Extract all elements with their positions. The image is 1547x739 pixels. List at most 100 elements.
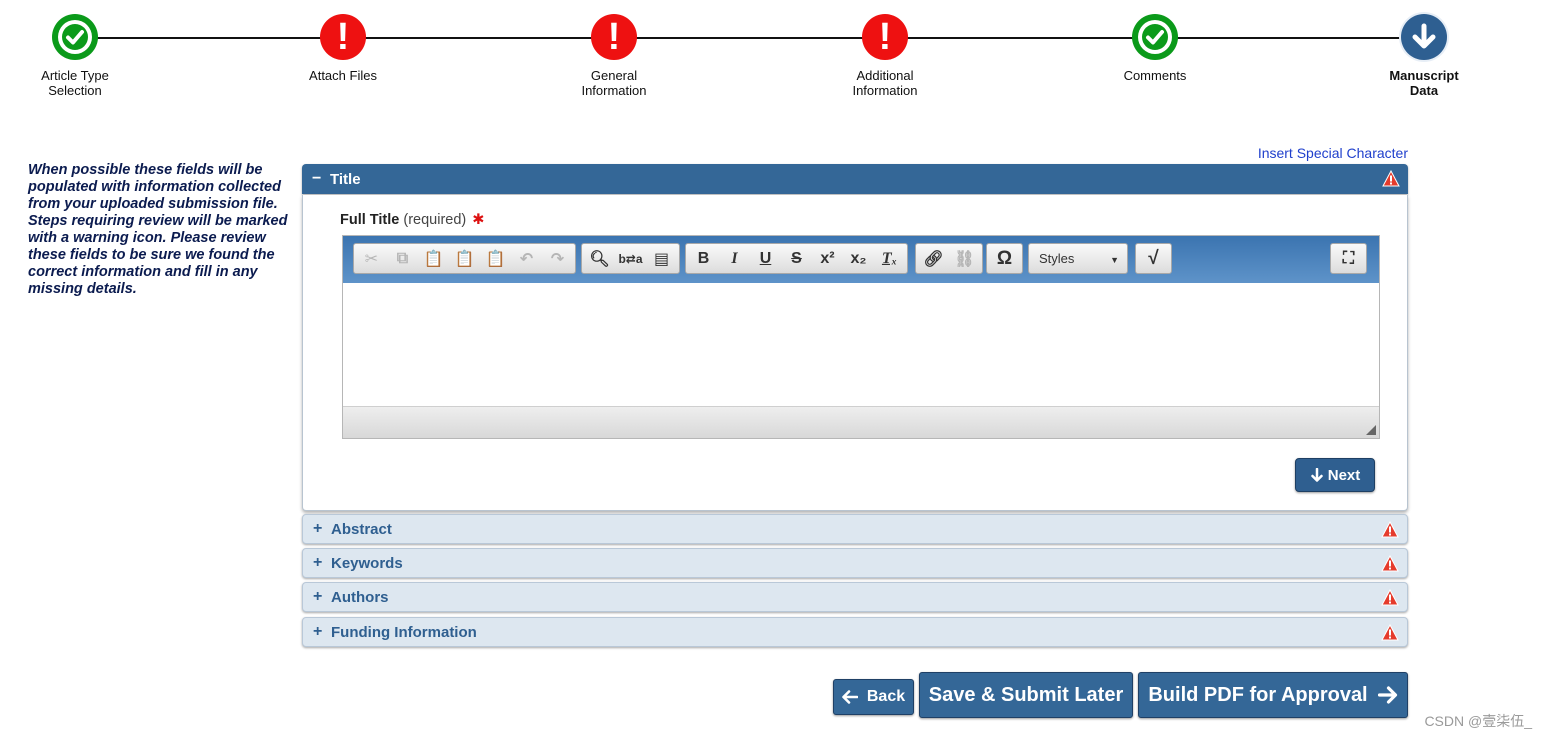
step-label: General Information xyxy=(581,68,647,98)
check-icon xyxy=(1132,14,1178,60)
tools-group: ⛶ xyxy=(1330,243,1367,274)
underline-icon[interactable]: U xyxy=(750,245,781,272)
step-comments[interactable]: Comments xyxy=(1085,14,1225,83)
section-keywords-label: Keywords xyxy=(331,554,403,572)
next-button[interactable]: Next xyxy=(1295,458,1375,492)
exclamation-icon: ! xyxy=(862,14,908,60)
section-keywords: + Keywords xyxy=(302,548,1408,578)
expand-icon: + xyxy=(313,554,323,571)
redo-icon[interactable]: ↷ xyxy=(542,245,573,272)
arrow-left-icon xyxy=(842,690,858,704)
save-submit-later-label: Save & Submit Later xyxy=(928,683,1124,706)
section-authors-label: Authors xyxy=(331,588,389,606)
resize-handle-icon[interactable] xyxy=(1366,425,1376,435)
section-funding-label: Funding Information xyxy=(331,623,477,641)
step-label: Additional Information xyxy=(852,68,918,98)
section-title-header[interactable]: − Title xyxy=(302,164,1408,194)
step-label: Manuscript Data xyxy=(1389,68,1459,98)
build-pdf-button[interactable]: Build PDF for Approval xyxy=(1138,672,1408,718)
link-group: 🔗︎ ⛓ xyxy=(915,243,983,274)
clipboard-group: ✂ ⧉ 📋 📋 📋 ↶ ↷ xyxy=(353,243,576,274)
exclamation-icon: ! xyxy=(320,14,366,60)
save-submit-later-button[interactable]: Save & Submit Later xyxy=(919,672,1133,718)
section-funding-information: + Funding Information xyxy=(302,617,1408,647)
next-button-label: Next xyxy=(1327,466,1361,484)
build-pdf-label: Build PDF for Approval xyxy=(1148,683,1368,706)
step-additional-information[interactable]: ! Additional Information xyxy=(815,14,955,98)
watermark: CSDN @壹柒伍_ xyxy=(1424,713,1532,729)
unlink-icon[interactable]: ⛓ xyxy=(949,245,980,272)
step-label: Comments xyxy=(1123,68,1187,83)
bold-icon[interactable]: B xyxy=(688,245,719,272)
step-article-type[interactable]: Article Type Selection xyxy=(5,14,145,98)
expand-icon: + xyxy=(313,520,323,537)
exclamation-icon: ! xyxy=(591,14,637,60)
paste-text-icon[interactable]: 📋 xyxy=(449,245,480,272)
title-panel: Full Title (required) ✱ ✂ ⧉ 📋 📋 📋 ↶ ↷ 🔍︎… xyxy=(302,195,1408,511)
full-title-label: Full Title (required) ✱ xyxy=(340,212,484,228)
arrow-down-icon xyxy=(1310,468,1323,482)
progress-steps: Article Type Selection ! Attach Files ! … xyxy=(0,0,1547,110)
subscript-icon[interactable]: x₂ xyxy=(843,245,874,272)
section-authors: + Authors xyxy=(302,582,1408,612)
math-icon[interactable]: √ xyxy=(1138,245,1169,272)
arrow-right-icon xyxy=(1377,686,1397,704)
strikethrough-icon[interactable]: S xyxy=(781,245,812,272)
insert-group: Ω xyxy=(986,243,1023,274)
copy-icon[interactable]: ⧉ xyxy=(387,245,418,272)
required-text: (required) xyxy=(403,212,467,228)
section-title: − Title xyxy=(302,164,1408,194)
find-icon[interactable]: 🔍︎ xyxy=(584,245,615,272)
paste-icon[interactable]: 📋 xyxy=(418,245,449,272)
step-label: Attach Files xyxy=(309,68,377,83)
maximize-icon[interactable]: ⛶ xyxy=(1333,245,1364,272)
remove-format-icon[interactable]: T̲ₓ xyxy=(874,245,905,272)
warning-icon xyxy=(1381,624,1399,641)
step-label: Article Type Selection xyxy=(41,68,109,98)
title-edit-area[interactable] xyxy=(343,283,1379,407)
section-authors-header[interactable]: + Authors xyxy=(302,582,1408,612)
back-button[interactable]: Back xyxy=(833,679,914,715)
title-rich-text-editor: ✂ ⧉ 📋 📋 📋 ↶ ↷ 🔍︎ b⇄a ▤ B I U S x² x₂ T̲ₓ xyxy=(342,235,1380,439)
required-asterisk-icon: ✱ xyxy=(472,212,485,228)
back-button-label: Back xyxy=(866,688,906,705)
insert-special-character-link[interactable]: Insert Special Character xyxy=(1258,145,1408,161)
section-abstract-label: Abstract xyxy=(331,520,392,538)
step-attach-files[interactable]: ! Attach Files xyxy=(273,14,413,83)
step-general-information[interactable]: ! General Information xyxy=(544,14,684,98)
link-icon[interactable]: 🔗︎ xyxy=(918,245,949,272)
italic-icon[interactable]: I xyxy=(719,245,750,272)
warning-icon xyxy=(1381,589,1399,606)
warning-icon xyxy=(1381,555,1399,572)
intro-text: When possible these fields will be popul… xyxy=(28,162,288,297)
section-funding-header[interactable]: + Funding Information xyxy=(302,617,1408,647)
styles-dropdown[interactable]: Styles ▼ xyxy=(1028,243,1128,274)
replace-icon[interactable]: b⇄a xyxy=(615,245,646,272)
section-title-label: Title xyxy=(330,170,361,188)
editor-toolbar: ✂ ⧉ 📋 📋 📋 ↶ ↷ 🔍︎ b⇄a ▤ B I U S x² x₂ T̲ₓ xyxy=(343,236,1379,283)
cut-icon[interactable]: ✂ xyxy=(356,245,387,272)
full-title-label-text: Full Title xyxy=(340,212,400,228)
expand-icon: + xyxy=(313,588,323,605)
editing-group: 🔍︎ b⇄a ▤ xyxy=(581,243,680,274)
formatting-group: B I U S x² x₂ T̲ₓ xyxy=(685,243,908,274)
section-abstract-header[interactable]: + Abstract xyxy=(302,514,1408,544)
expand-icon: + xyxy=(313,623,323,640)
paste-word-icon[interactable]: 📋 xyxy=(480,245,511,272)
superscript-icon[interactable]: x² xyxy=(812,245,843,272)
warning-icon xyxy=(1381,521,1399,538)
section-keywords-header[interactable]: + Keywords xyxy=(302,548,1408,578)
check-icon xyxy=(52,14,98,60)
section-abstract: + Abstract xyxy=(302,514,1408,544)
styles-dropdown-value: Styles xyxy=(1039,251,1075,266)
math-group: √ xyxy=(1135,243,1172,274)
special-char-icon[interactable]: Ω xyxy=(989,245,1020,272)
warning-icon xyxy=(1382,170,1400,187)
editor-status-bar xyxy=(343,406,1379,438)
dropdown-caret-icon: ▼ xyxy=(1110,255,1119,265)
undo-icon[interactable]: ↶ xyxy=(511,245,542,272)
arrow-down-icon xyxy=(1401,14,1447,60)
step-manuscript-data[interactable]: Manuscript Data xyxy=(1354,14,1494,98)
select-all-icon[interactable]: ▤ xyxy=(646,245,677,272)
collapse-icon: − xyxy=(312,170,322,187)
